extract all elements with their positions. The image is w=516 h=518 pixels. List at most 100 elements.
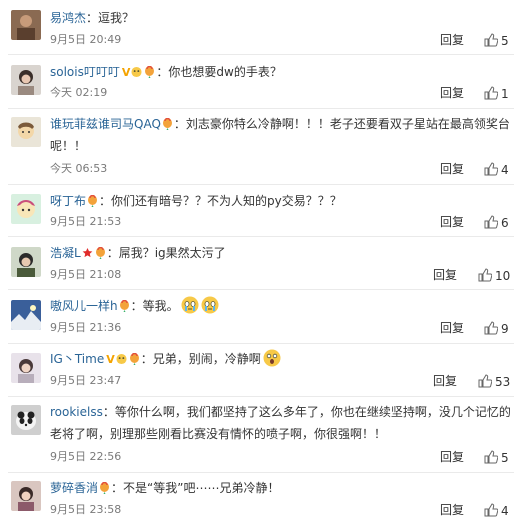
separator: ： xyxy=(140,352,153,366)
timestamp: 9月5日 21:08 xyxy=(50,268,122,281)
like-button[interactable]: 53 xyxy=(478,374,510,389)
comment-text: 等我。 xyxy=(142,299,179,313)
avatar[interactable] xyxy=(11,194,41,224)
avatar[interactable] xyxy=(11,300,41,330)
balloon-medal-icon xyxy=(129,353,139,365)
separator: ： xyxy=(86,11,99,25)
separator: ： xyxy=(156,65,169,79)
balloon-medal-icon xyxy=(145,66,155,78)
balloon-medal-icon xyxy=(95,247,105,259)
emoji-icon xyxy=(131,66,142,78)
star-icon xyxy=(82,247,93,258)
like-button[interactable]: 9 xyxy=(484,321,509,336)
reply-button[interactable]: 回复 xyxy=(440,162,464,176)
timestamp: 9月5日 22:56 xyxy=(50,450,122,463)
timestamp: 今天 02:19 xyxy=(50,86,108,99)
timestamp: 9月5日 23:58 xyxy=(50,503,122,516)
divider xyxy=(8,396,514,397)
separator: ： xyxy=(111,481,124,495)
avatar[interactable] xyxy=(11,117,41,147)
like-button[interactable]: 4 xyxy=(484,503,509,518)
like-count: 4 xyxy=(501,163,509,177)
like-button[interactable]: 1 xyxy=(484,86,509,101)
separator: ： xyxy=(102,405,115,419)
reply-button[interactable]: 回复 xyxy=(440,215,464,229)
like-count: 4 xyxy=(501,504,509,518)
reply-button[interactable]: 回复 xyxy=(440,450,464,464)
thumbs-up-icon xyxy=(484,503,498,517)
like-button[interactable]: 10 xyxy=(478,268,510,283)
avatar[interactable] xyxy=(11,353,41,383)
divider xyxy=(8,343,514,344)
reply-button[interactable]: 回复 xyxy=(440,321,464,335)
reply-button[interactable]: 回复 xyxy=(440,503,464,517)
comment-text: 兄弟，别闹，冷静啊 xyxy=(152,352,261,366)
avatar[interactable] xyxy=(11,247,41,277)
thumbs-up-icon xyxy=(484,215,498,229)
username[interactable]: 谁玩菲兹谁司马QAQ xyxy=(50,117,161,131)
timestamp: 9月5日 21:36 xyxy=(50,321,122,334)
thumbs-up-icon xyxy=(478,268,492,282)
thumbs-up-icon xyxy=(478,374,492,388)
avatar[interactable] xyxy=(11,10,41,40)
separator: ： xyxy=(106,246,119,260)
username[interactable]: 嗷风儿一样h xyxy=(50,299,118,313)
like-count: 5 xyxy=(501,34,509,48)
comment-text: 你也想要dw的手表？ xyxy=(168,65,282,79)
balloon-medal-icon xyxy=(88,195,98,207)
vip-badge-icon: V xyxy=(106,353,115,366)
timestamp: 9月5日 23:47 xyxy=(50,374,122,387)
timestamp: 今天 06:53 xyxy=(50,162,108,175)
reply-button[interactable]: 回复 xyxy=(433,268,457,282)
like-count: 1 xyxy=(501,87,509,101)
comment-list: 易鸿杰：逗我？ 9月5日 20:49 回复 5 solois叮叮叮 V ：你也想要d… xyxy=(0,0,516,518)
username[interactable]: rookielss xyxy=(50,405,103,419)
username[interactable]: 呀丁布 xyxy=(50,194,86,208)
like-count: 6 xyxy=(501,216,509,230)
username[interactable]: 浩凝L xyxy=(50,246,81,260)
shocked-emoji-icon xyxy=(263,349,281,367)
comment-text: 屌我？ig果然太污了 xyxy=(118,246,226,260)
avatar[interactable] xyxy=(11,65,41,95)
divider xyxy=(8,289,514,290)
comment-text: 不是“等我”吧⋯⋯兄弟冷静！ xyxy=(123,481,280,495)
like-count: 9 xyxy=(501,322,509,336)
vip-badge-icon: V xyxy=(121,66,131,79)
reply-button[interactable]: 回复 xyxy=(440,33,464,47)
thumbs-up-icon xyxy=(484,86,498,100)
balloon-medal-icon xyxy=(100,482,110,494)
thumbs-up-icon xyxy=(484,450,498,464)
timestamp: 9月5日 20:49 xyxy=(50,33,122,46)
username[interactable]: IG丶Time xyxy=(50,352,104,366)
crying-emoji-icon xyxy=(201,296,219,314)
like-count: 5 xyxy=(501,451,509,465)
reply-button[interactable]: 回复 xyxy=(440,86,464,100)
username[interactable]: 萝碎香消 xyxy=(50,481,98,495)
emoji-icon xyxy=(116,353,127,365)
thumbs-up-icon xyxy=(484,321,498,335)
comment-text: 你们还有暗号？？不为人知的py交易？？？ xyxy=(111,194,342,208)
username[interactable]: solois叮叮叮 xyxy=(50,65,120,79)
balloon-medal-icon xyxy=(162,118,172,130)
avatar[interactable] xyxy=(11,405,41,435)
divider xyxy=(8,472,514,473)
comment-text: 逗我？ xyxy=(98,11,135,25)
like-button[interactable]: 5 xyxy=(484,450,509,465)
like-button[interactable]: 4 xyxy=(484,162,509,177)
username[interactable]: 易鸿杰 xyxy=(50,11,86,25)
like-count: 53 xyxy=(495,375,511,389)
separator: ： xyxy=(130,299,143,313)
separator: ： xyxy=(99,194,112,208)
like-button[interactable]: 5 xyxy=(484,33,509,48)
avatar[interactable] xyxy=(11,481,41,511)
crying-emoji-icon xyxy=(181,296,199,314)
divider xyxy=(8,236,514,237)
like-button[interactable]: 6 xyxy=(484,215,509,230)
separator: ： xyxy=(173,117,186,131)
thumbs-up-icon xyxy=(484,162,498,176)
timestamp: 9月5日 21:53 xyxy=(50,215,122,228)
comment-text: 等你什么啊，我们都坚持了这么多年了，你也在继续坚持啊，没几个记忆的老将了啊，别理… xyxy=(50,405,511,441)
divider xyxy=(8,184,514,185)
balloon-medal-icon xyxy=(119,300,129,312)
reply-button[interactable]: 回复 xyxy=(433,374,457,388)
